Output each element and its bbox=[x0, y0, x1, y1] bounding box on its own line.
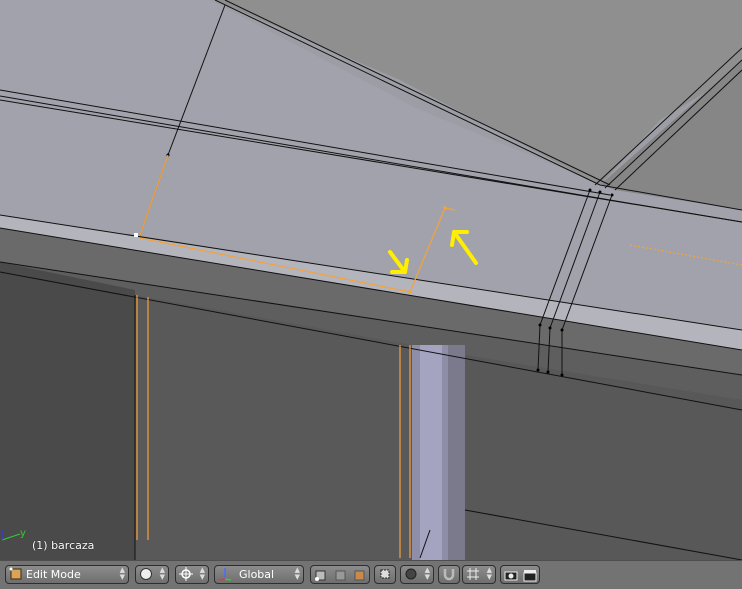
chevron-updown-icon: ▲ ▼ bbox=[486, 566, 492, 581]
orientation-label: Global bbox=[239, 568, 275, 581]
occlude-geometry-icon bbox=[378, 567, 392, 581]
chevron-updown-icon: ▲ ▼ bbox=[294, 566, 300, 581]
render-buttons-group bbox=[500, 565, 540, 584]
chevron-updown-icon: ▲ ▼ bbox=[159, 566, 165, 581]
transform-orientation-selector[interactable]: Global ▲ ▼ bbox=[214, 565, 304, 584]
pivot-point-button[interactable]: ▲ ▼ bbox=[175, 565, 209, 584]
opengl-render-button[interactable] bbox=[501, 566, 521, 583]
vertex-select-icon bbox=[314, 567, 328, 581]
mode-selector[interactable]: Edit Mode ▲ ▼ bbox=[5, 565, 129, 584]
face-select-icon bbox=[353, 567, 367, 581]
clapper-icon bbox=[523, 567, 537, 582]
edge-select-button[interactable] bbox=[331, 566, 351, 583]
3d-view-header: Edit Mode ▲ ▼ ▲ ▼ ▲ ▼ Global ▲ ▼ ▲ ▼ ▲ ▼ bbox=[0, 560, 742, 589]
face-select-button[interactable] bbox=[351, 566, 369, 583]
manipulator-icon bbox=[218, 567, 232, 581]
snap-toggle-button[interactable] bbox=[438, 565, 460, 584]
snap-increment-icon bbox=[466, 567, 480, 581]
mesh-render bbox=[0, 0, 742, 560]
3d-viewport[interactable]: y (1) barcaza bbox=[0, 0, 742, 560]
pivot-point-icon bbox=[179, 567, 193, 581]
occlude-geometry-button[interactable] bbox=[374, 565, 396, 584]
viewport-shading-button[interactable]: ▲ ▼ bbox=[135, 565, 169, 584]
chevron-updown-icon: ▲ ▼ bbox=[199, 566, 205, 581]
proportional-editing-icon bbox=[404, 567, 418, 581]
mesh-edit-icon bbox=[9, 567, 23, 581]
vertex-select-button[interactable] bbox=[311, 566, 331, 583]
camera-icon bbox=[504, 567, 518, 581]
solid-sphere-icon bbox=[139, 567, 153, 581]
snap-element-button[interactable]: ▲ ▼ bbox=[462, 565, 496, 584]
opengl-render-anim-button[interactable] bbox=[521, 566, 539, 583]
axis-y-label: y bbox=[20, 528, 26, 539]
active-object-label: (1) barcaza bbox=[32, 539, 95, 552]
edge-select-icon bbox=[334, 567, 348, 581]
chevron-updown-icon: ▲ ▼ bbox=[424, 566, 430, 581]
proportional-editing-button[interactable]: ▲ ▼ bbox=[400, 565, 434, 584]
select-mode-group bbox=[310, 565, 370, 584]
mode-label: Edit Mode bbox=[26, 568, 81, 581]
chevron-updown-icon: ▲ ▼ bbox=[119, 566, 125, 581]
magnet-icon bbox=[442, 567, 456, 581]
axis-gizmo: y bbox=[0, 520, 30, 550]
